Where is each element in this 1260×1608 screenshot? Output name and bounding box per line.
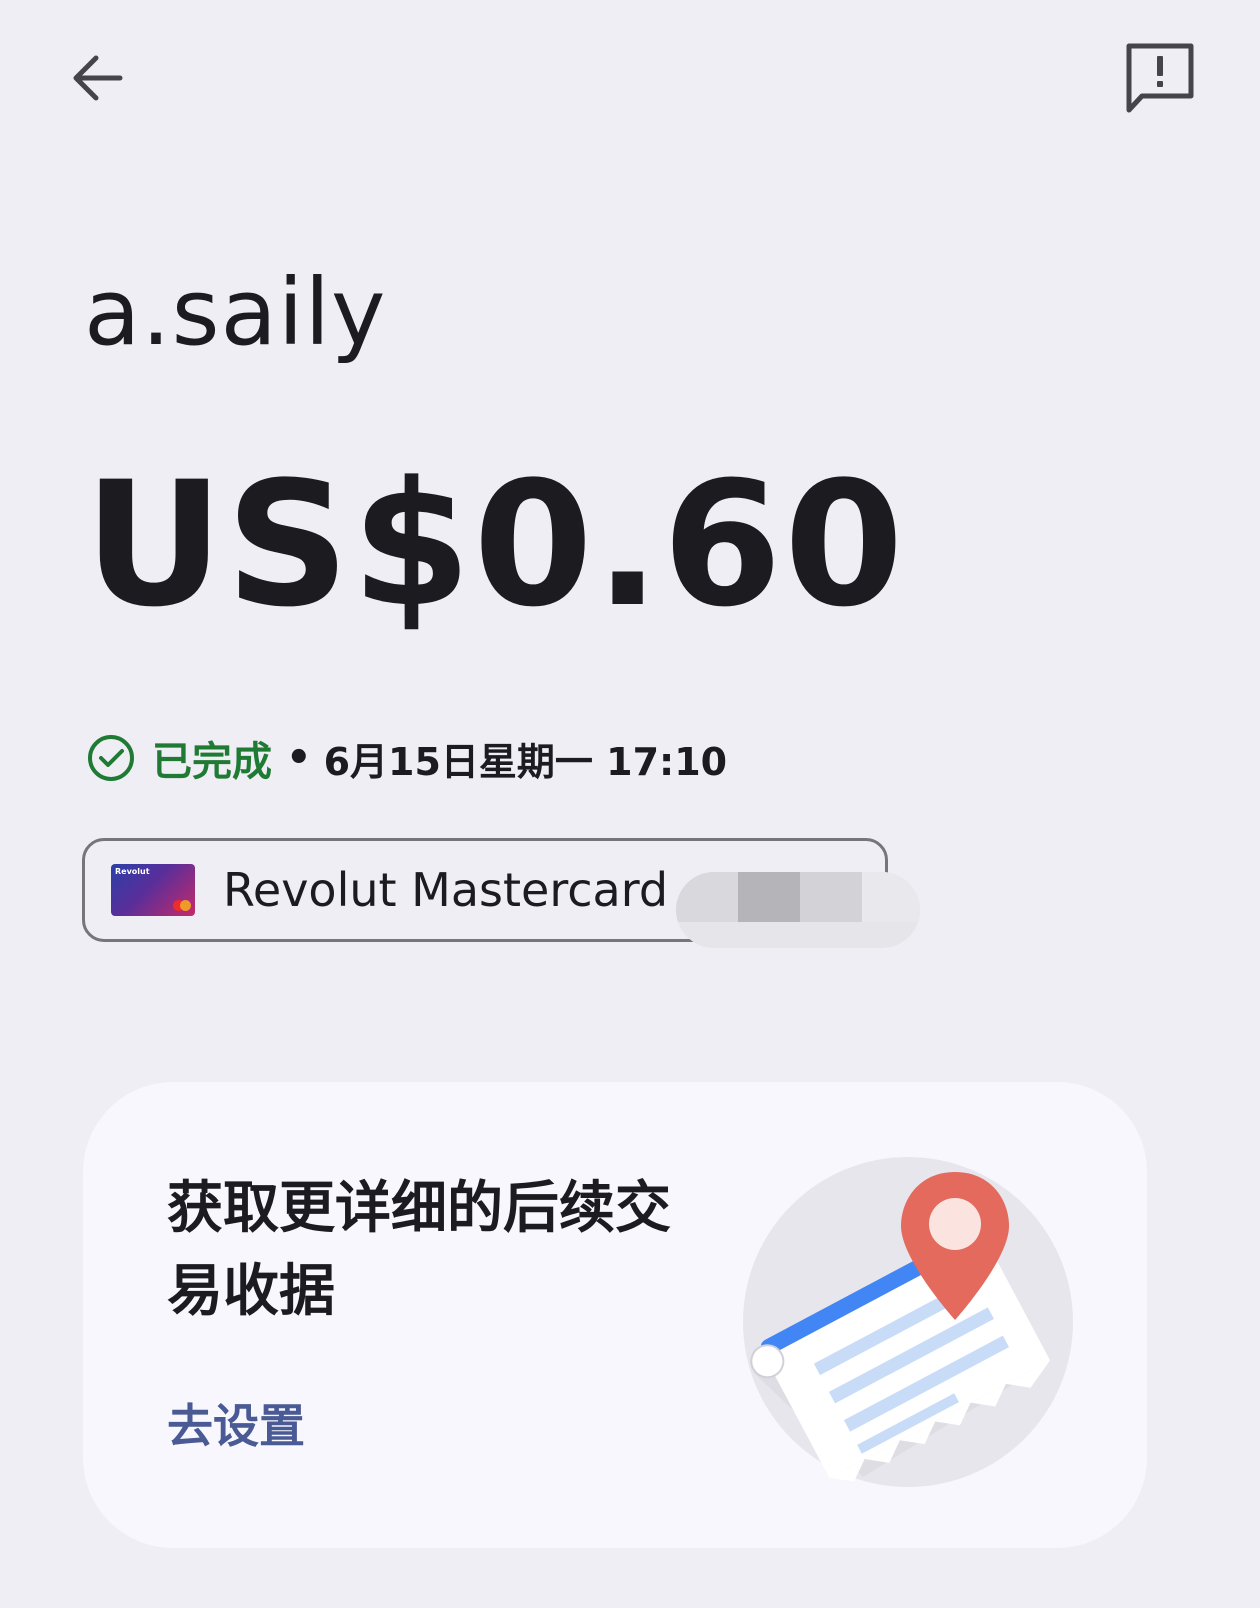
receipt-promo-card: 获取更详细的后续交易收据 去设置 — [83, 1082, 1147, 1548]
back-button[interactable] — [50, 30, 146, 126]
mastercard-logo-right — [180, 900, 191, 911]
arrow-left-icon — [73, 55, 123, 101]
revolut-card-icon: Revolut — [111, 864, 195, 916]
feedback-button[interactable] — [1112, 30, 1208, 126]
status-separator: • — [286, 735, 312, 781]
redacted-card-number — [676, 872, 920, 948]
transaction-amount: US$0.60 — [84, 444, 906, 645]
transaction-datetime: 6月15日星期一 17:10 — [323, 739, 728, 784]
receipt-promo-title: 获取更详细的后续交易收据 — [167, 1176, 671, 1324]
receipt-location-pin-illustration — [743, 1157, 1073, 1487]
merchant-name: a.saily — [84, 259, 387, 366]
go-settings-button[interactable]: 去设置 — [167, 1390, 305, 1456]
report-feedback-icon — [1126, 43, 1194, 113]
top-app-bar — [0, 0, 1260, 160]
card-brand-label: Revolut — [115, 867, 150, 876]
status-label: 已完成 — [152, 739, 272, 785]
status-row: 已完成 • 6月15日星期一 17:10 — [86, 728, 727, 788]
card-name: Revolut Mastercard — [223, 863, 669, 917]
check-circle-icon — [86, 733, 136, 783]
